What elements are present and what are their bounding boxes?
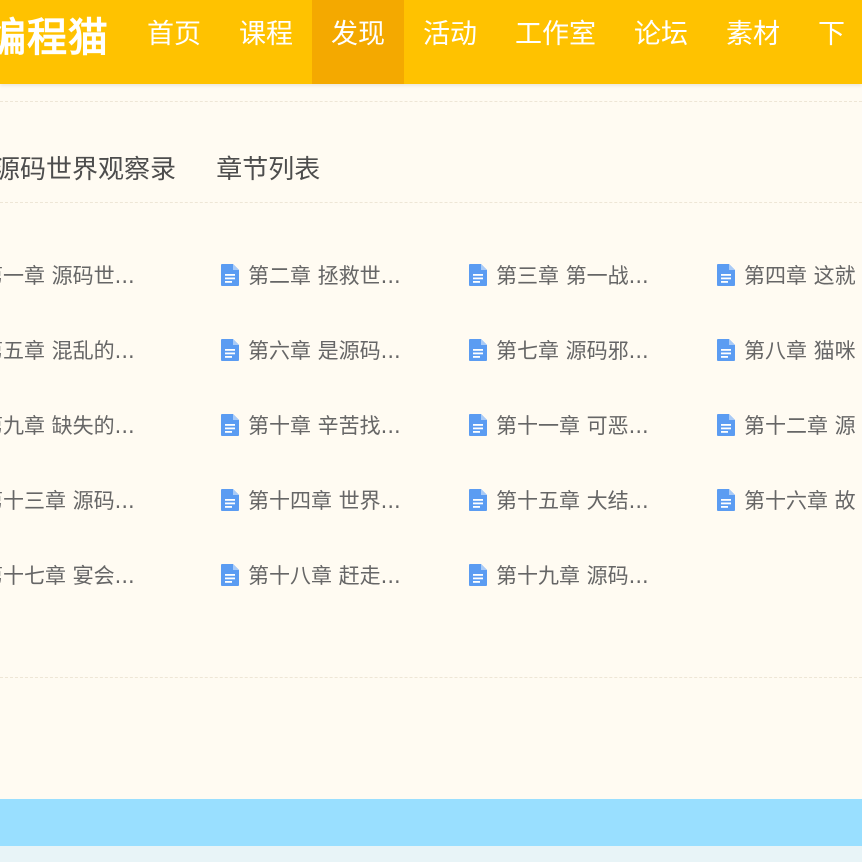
chapter-item[interactable]: 第三章 第一战... — [468, 258, 649, 294]
document-icon — [221, 489, 239, 511]
chapter-item[interactable]: 第十三章 源码... — [0, 483, 135, 519]
chapter-item[interactable]: 第七章 源码邪... — [468, 333, 649, 369]
section-title: 章节列表 — [216, 155, 321, 185]
divider — [0, 202, 862, 203]
chapter-title: 第四章 这就 — [744, 264, 856, 288]
document-icon — [469, 339, 487, 361]
book-title: 源码世界观察录 — [0, 155, 177, 185]
chapter-title: 第九章 缺失的... — [0, 414, 135, 438]
chapter-title: 第十五章 大结... — [496, 489, 649, 513]
main-nav: 首页 课程 发现 活动 工作室 论坛 素材 下 — [128, 0, 862, 84]
document-icon — [221, 264, 239, 286]
divider — [0, 101, 862, 102]
chapter-title: 第十三章 源码... — [0, 489, 135, 513]
document-icon — [221, 339, 239, 361]
chapter-item[interactable]: 第十四章 世界... — [220, 483, 401, 519]
chapter-title: 第十九章 源码... — [496, 564, 649, 588]
chapter-item[interactable]: 第十七章 宴会... — [0, 558, 135, 594]
chapter-list: 第一章 源码世... 第二章 拯救世... 第三章 第一战... 第四章 这就第五章 … — [0, 238, 862, 618]
nav-discover[interactable]: 发现 — [312, 0, 404, 84]
top-nav-bar: 编程猫 首页 课程 发现 活动 工作室 论坛 素材 下 — [0, 0, 862, 84]
nav-studio[interactable]: 工作室 — [496, 0, 615, 70]
chapter-title: 第十章 辛苦找... — [248, 414, 401, 438]
nav-assets[interactable]: 素材 — [707, 0, 799, 70]
chapter-title: 第十七章 宴会... — [0, 564, 135, 588]
divider — [0, 677, 862, 678]
chapter-item[interactable]: 第九章 缺失的... — [0, 408, 135, 444]
chapter-title: 第三章 第一战... — [496, 264, 649, 288]
document-icon — [469, 564, 487, 586]
document-icon — [221, 564, 239, 586]
chapter-title: 第十六章 故 — [744, 489, 856, 513]
document-icon — [469, 414, 487, 436]
nav-forum[interactable]: 论坛 — [615, 0, 707, 70]
document-icon — [717, 339, 735, 361]
chapter-item[interactable]: 第十一章 可恶... — [468, 408, 649, 444]
chapter-item[interactable]: 第十六章 故 — [716, 483, 856, 519]
document-icon — [469, 264, 487, 286]
chapter-item[interactable]: 第四章 这就 — [716, 258, 856, 294]
document-icon — [717, 489, 735, 511]
footer-band — [0, 799, 862, 846]
chapter-item[interactable]: 第六章 是源码... — [220, 333, 401, 369]
document-icon — [221, 414, 239, 436]
nav-download[interactable]: 下 — [799, 0, 862, 70]
document-icon — [717, 264, 735, 286]
footer — [0, 846, 862, 862]
chapter-title: 第二章 拯救世... — [248, 264, 401, 288]
chapter-title: 第六章 是源码... — [248, 339, 401, 363]
chapter-title: 第十二章 源 — [744, 414, 856, 438]
site-logo[interactable]: 编程猫 — [0, 8, 109, 68]
chapter-item[interactable]: 第五章 混乱的... — [0, 333, 135, 369]
chapter-item[interactable]: 第八章 猫咪 — [716, 333, 856, 369]
chapter-item[interactable]: 第一章 源码世... — [0, 258, 135, 294]
chapter-title: 第一章 源码世... — [0, 264, 135, 288]
nav-home[interactable]: 首页 — [128, 0, 220, 70]
chapter-item[interactable]: 第十章 辛苦找... — [220, 408, 401, 444]
chapter-title: 第十八章 赶走... — [248, 564, 401, 588]
chapter-item[interactable]: 第十八章 赶走... — [220, 558, 401, 594]
chapter-title: 第八章 猫咪 — [744, 339, 856, 363]
chapter-item[interactable]: 第二章 拯救世... — [220, 258, 401, 294]
document-icon — [469, 489, 487, 511]
nav-events[interactable]: 活动 — [404, 0, 496, 70]
page-title: 源码世界观察录 章节列表 — [0, 150, 320, 190]
chapter-title: 第十四章 世界... — [248, 489, 401, 513]
chapter-item[interactable]: 第十九章 源码... — [468, 558, 649, 594]
document-icon — [717, 414, 735, 436]
chapter-title: 第十一章 可恶... — [496, 414, 649, 438]
chapter-title: 第五章 混乱的... — [0, 339, 135, 363]
chapter-item[interactable]: 第十五章 大结... — [468, 483, 649, 519]
nav-courses[interactable]: 课程 — [220, 0, 312, 70]
chapter-title: 第七章 源码邪... — [496, 339, 649, 363]
chapter-item[interactable]: 第十二章 源 — [716, 408, 856, 444]
